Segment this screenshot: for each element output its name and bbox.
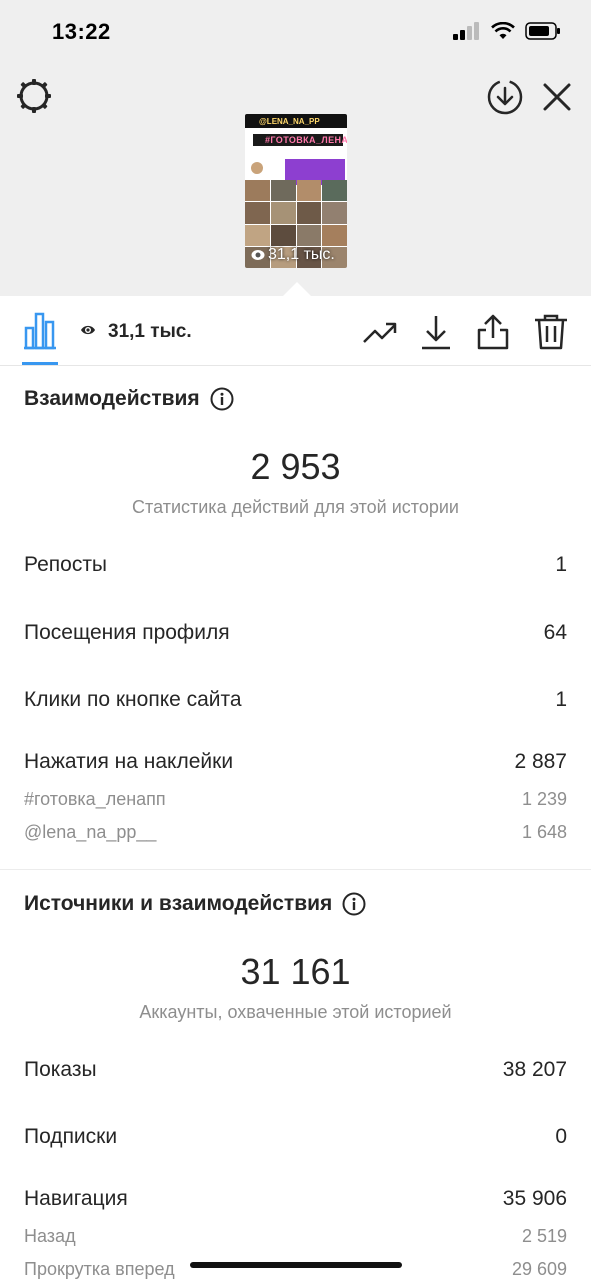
- stat-value: 0: [555, 1125, 567, 1148]
- thumb-mention-sticker: @LENA_NA_PP: [259, 117, 320, 126]
- interactions-caption: Статистика действий для этой истории: [132, 497, 459, 517]
- stat-label: Показы: [24, 1058, 97, 1081]
- delete-icon[interactable]: [533, 314, 569, 350]
- download-icon[interactable]: [418, 314, 454, 350]
- status-time: 13:22: [52, 19, 111, 44]
- sticker-value: 1 648: [521, 822, 567, 842]
- interactions-total: 2 953: [250, 446, 341, 487]
- nav-row-back: Назад 2 519: [24, 1226, 567, 1247]
- stat-value: 2 887: [514, 750, 567, 773]
- thumb-views-label: 31,1 тыс.: [268, 246, 335, 263]
- discovery-total: 31 161: [240, 951, 351, 992]
- interactions-section-title: Взаимодействия: [24, 387, 234, 411]
- stat-value: 38 207: [502, 1058, 567, 1081]
- battery-icon: [525, 22, 560, 40]
- sticker-label: @lena_na_pp__: [24, 822, 157, 842]
- sticker-value: 1 239: [521, 789, 567, 809]
- discovery-title: Источники и взаимодействия: [24, 892, 333, 915]
- close-icon[interactable]: [540, 80, 574, 114]
- nav-label: Назад: [24, 1226, 76, 1246]
- nav-value: 2 519: [521, 1226, 567, 1246]
- story-thumbnail[interactable]: @LENA_NA_PP #ГОТОВКА_ЛЕНАПП 31,1 тыс.: [245, 114, 347, 268]
- insights-toolbar: 31,1 тыс.: [0, 296, 591, 366]
- stat-label: Клики по кнопке сайта: [24, 688, 242, 711]
- info-icon[interactable]: [210, 387, 234, 411]
- stat-value: 35 906: [502, 1187, 567, 1210]
- stat-value: 64: [543, 621, 567, 644]
- active-tab-indicator: [22, 362, 58, 365]
- nav-value: 29 609: [511, 1259, 567, 1279]
- stat-row-website-clicks: Клики по кнопке сайта 1: [24, 688, 567, 712]
- stat-row-sticker-taps: Нажатия на наклейки 2 887: [24, 750, 567, 774]
- stat-row-follows: Подписки 0: [24, 1125, 567, 1149]
- promote-trend-icon[interactable]: [362, 314, 398, 350]
- sticker-row-hashtag: #готовка_ленапп 1 239: [24, 789, 567, 810]
- save-story-icon[interactable]: [486, 78, 524, 116]
- home-indicator[interactable]: [190, 1262, 402, 1268]
- stat-value: 1: [555, 553, 567, 576]
- stat-row-navigation: Навигация 35 906: [24, 1187, 567, 1211]
- stat-label: Посещения профиля: [24, 621, 230, 644]
- stat-label: Навигация: [24, 1187, 128, 1210]
- story-preview-area: 13:22 @LENA_NA_PP #ГОТОВКА_ЛЕНА 31,1 тыс…: [0, 0, 591, 296]
- signal-icon: [453, 22, 479, 40]
- selected-story-caret: [283, 282, 311, 296]
- wifi-icon: [491, 22, 515, 39]
- thumb-hashtag-sticker: #ГОТОВКА_ЛЕНАПП: [265, 135, 347, 145]
- interactions-title: Взаимодействия: [24, 387, 200, 410]
- status-bar: 13:22: [0, 0, 591, 64]
- thumb-avatar: [251, 162, 263, 174]
- share-icon[interactable]: [475, 314, 511, 350]
- discovery-section-title: Источники и взаимодействия: [24, 892, 366, 916]
- discovery-caption: Аккаунты, охваченные этой историей: [139, 1002, 452, 1022]
- views-count: 31,1 тыс.: [108, 321, 192, 342]
- eye-icon: [251, 250, 265, 260]
- stat-label: Подписки: [24, 1125, 118, 1148]
- stat-label: Нажатия на наклейки: [24, 750, 234, 773]
- info-icon[interactable]: [342, 892, 366, 916]
- insights-chart-icon[interactable]: [22, 310, 58, 350]
- stat-value: 1: [555, 688, 567, 711]
- sticker-label: #готовка_ленапп: [24, 789, 166, 809]
- thumb-views: 31,1 тыс.: [251, 246, 335, 264]
- section-divider: [0, 869, 591, 870]
- stat-row-impressions: Показы 38 207: [24, 1058, 567, 1082]
- eye-icon: [81, 325, 95, 335]
- sticker-row-mention: @lena_na_pp__ 1 648: [24, 822, 567, 843]
- status-icons: [453, 22, 561, 40]
- settings-icon[interactable]: [16, 78, 52, 114]
- stat-row-profile-visits: Посещения профиля 64: [24, 621, 567, 645]
- stat-row-shares: Репосты 1: [24, 553, 567, 577]
- nav-label: Прокрутка вперед: [24, 1259, 175, 1279]
- stat-label: Репосты: [24, 553, 108, 576]
